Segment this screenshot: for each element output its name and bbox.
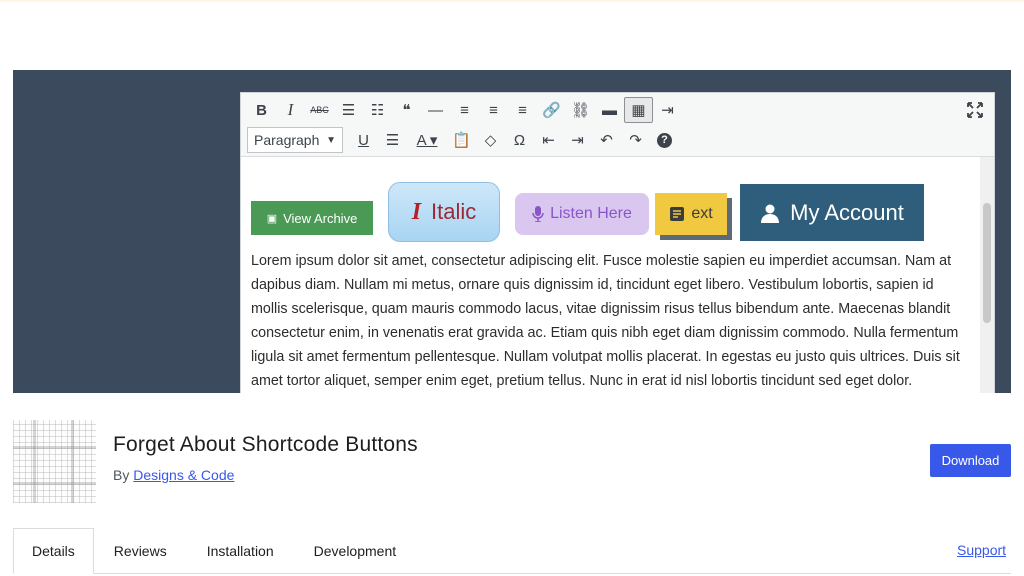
- editor-content[interactable]: ▣ View Archive I Italic Listen Here ext …: [241, 157, 981, 393]
- underline-icon[interactable]: U: [349, 127, 378, 153]
- format-select-value: Paragraph: [254, 132, 320, 148]
- paste-text-icon[interactable]: 📋: [447, 127, 476, 153]
- help-icon[interactable]: ?: [650, 127, 679, 153]
- align-left-icon[interactable]: ≡: [450, 97, 479, 123]
- format-select[interactable]: Paragraph ▼: [247, 127, 343, 153]
- view-archive-label: View Archive: [283, 210, 358, 226]
- editor-preview: B I ABC ☰ ☷ ❝ — ≡ ≡ ≡ 🔗 ⛓ ▬ ▦ ⇥ Paragraph ▼ U ☰ A ▾ 📋 ◇ Ω ⇤ ⇥…: [240, 92, 995, 393]
- unlink-icon[interactable]: ⛓: [566, 97, 595, 123]
- support-link[interactable]: Support: [957, 542, 1006, 558]
- undo-icon[interactable]: ↶: [592, 127, 621, 153]
- align-right-icon[interactable]: ≡: [508, 97, 537, 123]
- italic-cursor-icon: I: [411, 198, 422, 225]
- special-character-icon[interactable]: Ω: [505, 127, 534, 153]
- bold-icon[interactable]: B: [247, 97, 276, 123]
- toolbar-row-2-buttons: U ☰ A ▾ 📋 ◇ Ω ⇤ ⇥ ↶ ↷?: [349, 127, 679, 153]
- plugin-icon: [13, 420, 96, 503]
- my-account-label: My Account: [790, 199, 904, 225]
- tab-reviews[interactable]: Reviews: [94, 528, 187, 574]
- editor-scrollbar[interactable]: [980, 157, 994, 393]
- microphone-icon: [532, 206, 544, 222]
- indent-icon[interactable]: ⇥: [563, 127, 592, 153]
- view-archive-sample-button[interactable]: ▣ View Archive: [251, 201, 373, 235]
- scrollbar-thumb[interactable]: [983, 203, 991, 323]
- plugin-byline: By Designs & Code: [113, 467, 234, 483]
- plugin-banner: B I ABC ☰ ☷ ❝ — ≡ ≡ ≡ 🔗 ⛓ ▬ ▦ ⇥ Paragraph ▼ U ☰ A ▾ 📋 ◇ Ω ⇤ ⇥…: [13, 70, 1011, 393]
- text-sample-button[interactable]: ext: [655, 193, 727, 235]
- plugin-tabs: Details Reviews Installation Development: [13, 528, 416, 576]
- fullscreen-icon[interactable]: [964, 99, 986, 121]
- note-icon: [670, 207, 685, 221]
- tab-details[interactable]: Details: [13, 528, 94, 574]
- italic-sample-button[interactable]: I Italic: [388, 182, 500, 242]
- clear-formatting-icon[interactable]: ◇: [476, 127, 505, 153]
- redo-icon[interactable]: ↷: [621, 127, 650, 153]
- numbered-list-icon[interactable]: ☷: [363, 97, 392, 123]
- toolbar-row-2: Paragraph ▼ U ☰ A ▾ 📋 ◇ Ω ⇤ ⇥ ↶ ↷?: [247, 126, 679, 154]
- outdent-icon[interactable]: ⇤: [534, 127, 563, 153]
- toolbar-toggle-icon[interactable]: ▦: [624, 97, 653, 123]
- bullet-list-icon[interactable]: ☰: [334, 97, 363, 123]
- top-border-strip: [0, 0, 1024, 2]
- read-more-icon[interactable]: ▬: [595, 97, 624, 123]
- listen-here-label: Listen Here: [550, 205, 632, 222]
- tab-development[interactable]: Development: [294, 528, 417, 574]
- text-color-icon[interactable]: A ▾: [407, 127, 447, 153]
- author-link[interactable]: Designs & Code: [133, 467, 234, 483]
- archive-icon: ▣: [266, 212, 278, 225]
- italic-label: Italic: [431, 199, 477, 224]
- justify-icon[interactable]: ☰: [378, 127, 407, 153]
- download-button[interactable]: Download: [930, 444, 1011, 477]
- align-center-icon[interactable]: ≡: [479, 97, 508, 123]
- link-icon[interactable]: 🔗: [537, 97, 566, 123]
- my-account-sample-button[interactable]: My Account: [740, 184, 924, 241]
- horizontal-line-icon[interactable]: —: [421, 97, 450, 123]
- user-icon: [761, 204, 780, 223]
- lorem-ipsum-text: Lorem ipsum dolor sit amet, consectetur …: [251, 253, 960, 389]
- italic-icon[interactable]: I: [276, 97, 305, 123]
- byline-prefix: By: [113, 467, 130, 483]
- shortcode-icon[interactable]: ⇥: [653, 97, 682, 123]
- chevron-down-icon: ▼: [326, 134, 336, 146]
- text-label: ext: [691, 205, 713, 222]
- editor-toolbar: B I ABC ☰ ☷ ❝ — ≡ ≡ ≡ 🔗 ⛓ ▬ ▦ ⇥ Paragraph ▼ U ☰ A ▾ 📋 ◇ Ω ⇤ ⇥…: [241, 93, 994, 157]
- blockquote-icon[interactable]: ❝: [392, 97, 421, 123]
- strikethrough-icon[interactable]: ABC: [305, 97, 334, 123]
- listen-here-sample-button[interactable]: Listen Here: [515, 193, 649, 235]
- toolbar-row-1: B I ABC ☰ ☷ ❝ — ≡ ≡ ≡ 🔗 ⛓ ▬ ▦ ⇥: [247, 96, 682, 124]
- plugin-title: Forget About Shortcode Buttons: [113, 433, 418, 456]
- tab-installation[interactable]: Installation: [187, 528, 294, 574]
